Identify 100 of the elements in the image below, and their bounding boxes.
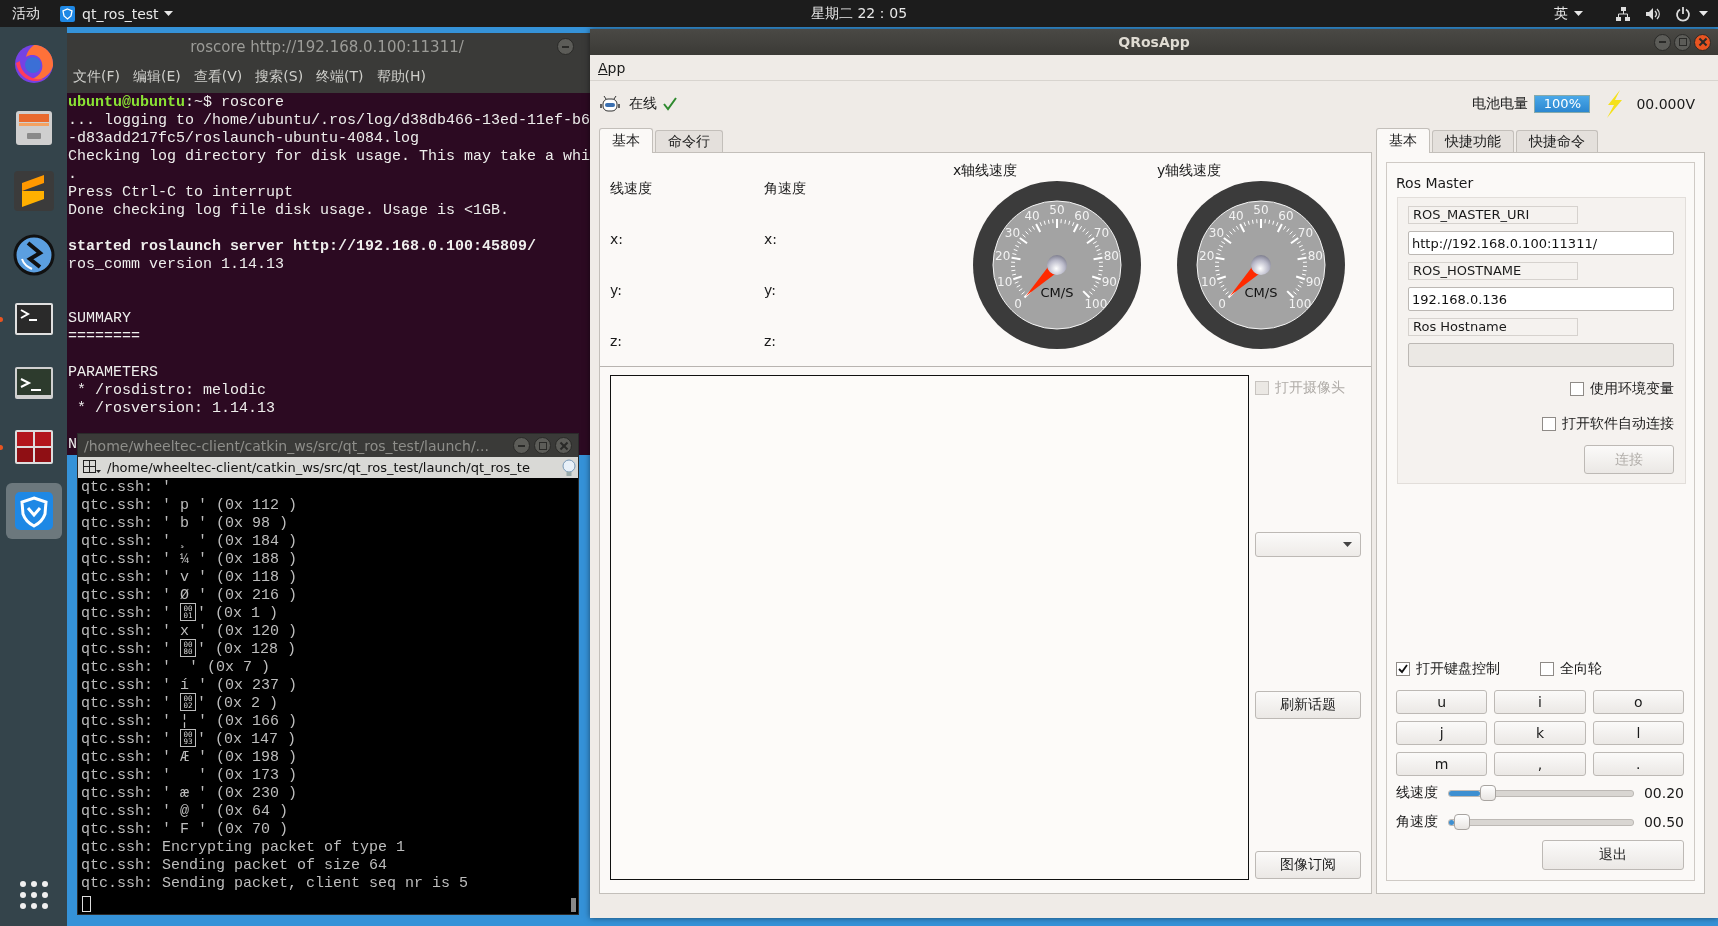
checkbox[interactable]: 打开键盘控制: [1396, 659, 1500, 679]
terminal-line: qtc.ssh: ' v ' (0x 118 ): [81, 569, 298, 587]
slider-label: 线速度: [1396, 784, 1439, 802]
terminal-line: -d83add217fc5/roslaunch-ubuntu-4084.log: [68, 130, 420, 148]
key-button[interactable]: j: [1396, 721, 1488, 745]
key-button[interactable]: u: [1396, 690, 1488, 714]
checkbox-box[interactable]: [1396, 662, 1410, 676]
key-button[interactable]: .: [1592, 752, 1684, 776]
menu-item[interactable]: 编辑(E): [133, 67, 181, 86]
checkbox-box[interactable]: [1570, 382, 1584, 396]
checkbox[interactable]: 全向轮: [1540, 659, 1602, 679]
gauge-tick-label: 50: [1049, 203, 1065, 217]
velocity-title: 角速度: [764, 179, 806, 197]
gauge-tick-label: 70: [1297, 225, 1314, 240]
app-menu-button[interactable]: qt_ros_test: [82, 5, 159, 22]
exit-button[interactable]: 退出: [1542, 840, 1684, 870]
velocity-title: 线速度: [610, 179, 652, 197]
caret-icon: [1699, 11, 1708, 16]
input-field[interactable]: http://192.168.0.100:11311/: [1408, 231, 1674, 255]
checkbox-box[interactable]: [1540, 662, 1554, 676]
field-label: Ros Hostname: [1408, 318, 1578, 336]
window-title: /home/wheeltec-client/catkin_ws/src/qt_ros_test/launch/...: [84, 437, 490, 454]
terminal-line: SUMMARY: [68, 310, 131, 328]
group-title: Ros Master: [1396, 174, 1474, 192]
axis-label: z:: [610, 332, 623, 350]
gauge-tick-label: 0: [1218, 296, 1226, 311]
terminal-line: qtc.ssh: ' @ ' (0x 64 ): [81, 803, 289, 821]
minimize-button[interactable]: [557, 38, 574, 55]
gauge-tick-label: 10: [997, 275, 1013, 289]
menu-item[interactable]: 文件(F): [73, 67, 120, 86]
terminal-line: PARAMETERS: [68, 364, 158, 382]
minimize-button[interactable]: [1654, 33, 1671, 51]
menu-item[interactable]: 查看(V): [193, 67, 243, 86]
scrollbar-thumb[interactable]: [571, 898, 576, 912]
slider-value: 00.20: [1643, 785, 1684, 801]
key-button[interactable]: k: [1494, 721, 1586, 745]
gauge-tick-label: 0: [1014, 296, 1022, 311]
close-button[interactable]: [555, 437, 572, 454]
refresh-topics-button[interactable]: 刷新话题: [1255, 691, 1361, 719]
network-icon[interactable]: [1615, 5, 1631, 22]
tab[interactable]: 基本: [1376, 128, 1430, 153]
checkbox-box[interactable]: [1542, 417, 1556, 431]
key-button[interactable]: ,: [1494, 752, 1586, 776]
gauge-tick-label: 30: [1208, 225, 1225, 240]
battery-label: 电池电量: [1472, 95, 1529, 113]
field-label: ROS_HOSTNAME: [1408, 262, 1578, 280]
terminal-line: Done checking log file disk usage. Usage is <1GB.: [68, 202, 510, 220]
key-button[interactable]: o: [1592, 690, 1684, 714]
slider-handle[interactable]: [1479, 785, 1496, 801]
clock[interactable]: 星期二 22：05: [810, 4, 908, 23]
caret-icon: [163, 11, 173, 16]
checkbox[interactable]: 打开软件自动连接: [1542, 414, 1674, 434]
terminal-line: qtc.ssh: ' ¸ ' (0x 184 ): [81, 533, 298, 551]
power-icon[interactable]: [1675, 5, 1691, 22]
checkbox[interactable]: 使用环境变量: [1570, 379, 1674, 399]
input-method-button[interactable]: 英: [1554, 4, 1568, 23]
activities-button[interactable]: 活动: [12, 4, 40, 23]
terminal-line: qtc.ssh: ' Æ ' (0x 198 ): [81, 749, 298, 767]
tab[interactable]: 快捷命令: [1516, 130, 1598, 152]
terminal-line: N: [68, 436, 77, 454]
terminal-line: started roslaunch server http://192.168.0.100:45809/: [68, 238, 537, 256]
lightbulb-icon[interactable]: [562, 458, 576, 477]
slider-label: 角速度: [1396, 813, 1439, 831]
input-field[interactable]: 192.168.0.136: [1408, 287, 1674, 311]
battery-reading: 100%: [1542, 96, 1582, 112]
maximize-button[interactable]: [534, 437, 551, 454]
tab[interactable]: 快捷功能: [1432, 130, 1514, 152]
terminal-line: qtc.ssh: ' F ' (0x 70 ): [81, 821, 289, 839]
close-button[interactable]: [1694, 33, 1711, 51]
slider-handle[interactable]: [1453, 814, 1470, 830]
terminal-line: Press Ctrl-C to interrupt: [68, 184, 294, 202]
caret-icon: [1574, 11, 1583, 16]
gauge-tick-label: 20: [1199, 249, 1215, 264]
subscribe-image-button[interactable]: 图像订阅: [1255, 851, 1361, 879]
window-title: QRosApp: [1118, 34, 1190, 50]
layout-icon[interactable]: [83, 460, 101, 475]
gauge-tick-label: 100: [1288, 296, 1312, 311]
tab[interactable]: 命令行: [655, 130, 723, 152]
key-button[interactable]: m: [1396, 752, 1488, 776]
topic-dropdown[interactable]: [1255, 532, 1361, 557]
key-button[interactable]: l: [1592, 721, 1684, 745]
menu-item[interactable]: 搜索(S): [255, 67, 304, 86]
terminal-line: qtc.ssh: Encrypting packet of type 1: [81, 839, 406, 857]
window-title: roscore http://192.168.0.100:11311/: [189, 37, 465, 56]
shield-icon[interactable]: [5, 483, 62, 539]
voltage-reading: 00.000V: [1636, 96, 1695, 112]
menu-item[interactable]: 帮助(H): [376, 67, 427, 86]
gauge-tick-label: 90: [1101, 275, 1117, 289]
maximize-button[interactable]: [1674, 33, 1691, 51]
menu-item[interactable]: 终端(T): [316, 67, 364, 86]
axis-label: z:: [764, 332, 777, 350]
gauge-tick-label: 100: [1084, 296, 1108, 311]
key-button[interactable]: i: [1494, 690, 1586, 714]
menu-item[interactable]: App: [598, 59, 626, 76]
caret-icon: [1343, 542, 1352, 547]
minimize-button[interactable]: [513, 437, 530, 454]
terminal-line: qtc.ssh: ' ¦ ' (0x 166 ): [81, 713, 298, 731]
status-text: 在线: [629, 95, 657, 113]
tab[interactable]: 基本: [599, 128, 653, 153]
terminal-line: qtc.ssh: ' b ' (0x 98 ): [81, 515, 289, 533]
